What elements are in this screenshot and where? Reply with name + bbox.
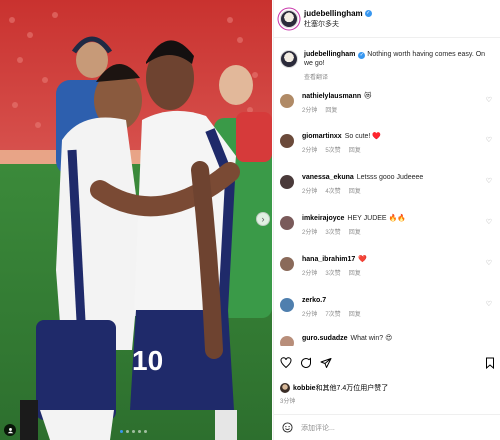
comment-likes[interactable]: 3次赞 [325, 227, 340, 236]
caption-username[interactable]: judebellingham [304, 51, 355, 58]
comment-item: giomartinxx So cute! ♥️ 2分钟 5次赞 回复 ♡ [280, 132, 492, 154]
comment-reply-button[interactable]: 回复 [349, 268, 361, 277]
bookmark-icon[interactable] [484, 357, 496, 369]
comment-text: 😻 [364, 93, 372, 100]
likes-summary[interactable]: kobbie 和其他7.4万位用户赞了 [280, 383, 388, 393]
comment-username[interactable]: nathielylausmann [302, 93, 361, 100]
comment-likes[interactable]: 3次赞 [325, 268, 340, 277]
jersey-number: 10 [132, 345, 163, 376]
comment-item: zerko.7 2分钟 7次赞 回复 ♡ [280, 296, 492, 318]
user-icon [7, 427, 13, 433]
comment-like-heart-icon[interactable]: ♡ [486, 136, 492, 144]
commenter-avatar[interactable] [280, 216, 294, 230]
comment-like-heart-icon[interactable]: ♡ [486, 96, 492, 104]
comment-like-heart-icon[interactable]: ♡ [486, 177, 492, 185]
comment-reply-button[interactable]: 回复 [349, 227, 361, 236]
comment-text: HEY JUDEE 🔥🔥 [347, 215, 406, 222]
author-avatar[interactable] [280, 9, 298, 28]
comment-username[interactable]: imkeirajoyce [302, 215, 344, 222]
likes-rest-text: 和其他7.4万位用户赞了 [315, 385, 389, 392]
carousel-dot [120, 430, 123, 433]
comment-likes[interactable]: 4次赞 [325, 186, 340, 195]
post-actions-bar [280, 356, 496, 370]
caption: judebellingham ✓ Nothing worth having com… [280, 50, 492, 81]
author-avatar[interactable] [280, 50, 298, 68]
post-location[interactable]: 杜塞尔多夫 [304, 19, 372, 29]
tagged-users-button[interactable] [4, 424, 16, 436]
comment-username[interactable]: zerko.7 [302, 297, 326, 304]
comment-item: hana_ibrahim17 ❤️ 2分钟 3次赞 回复 ♡ [280, 255, 492, 277]
commenter-avatar[interactable] [280, 257, 294, 271]
comment-username[interactable]: vanessa_ekuna [302, 174, 354, 181]
comment-text: So cute! ♥️ [344, 133, 382, 140]
comment-time: 2分钟 [302, 230, 318, 236]
commenter-avatar[interactable] [280, 298, 294, 312]
post-image: 10 [0, 0, 272, 440]
comment-like-heart-icon[interactable]: ♡ [486, 259, 492, 267]
post-detail-panel: judebellingham ✓ 杜塞尔多夫 judebellingham ✓ N… [273, 0, 500, 440]
comments-list[interactable]: judebellingham ✓ Nothing worth having com… [274, 40, 500, 346]
comment-text: What win? 😍 [350, 335, 393, 342]
comment-likes[interactable]: 5次赞 [325, 145, 340, 154]
comment-item: imkeirajoyce HEY JUDEE 🔥🔥 2分钟 3次赞 回复 ♡ [280, 214, 492, 236]
liker-avatar [280, 383, 290, 393]
comment-icon[interactable] [300, 357, 312, 369]
comment-item: vanessa_ekuna Letsss gooo Judeeee 2分钟 4次赞回… [280, 173, 492, 195]
comment-reply-button[interactable]: 回复 [349, 186, 361, 195]
commenter-avatar[interactable] [280, 175, 294, 189]
comment-like-heart-icon[interactable]: ♡ [486, 218, 492, 226]
carousel-dot [144, 430, 147, 433]
commenter-avatar[interactable] [280, 94, 294, 108]
comment-likes[interactable]: 7次赞 [325, 309, 340, 318]
commenter-avatar[interactable] [280, 336, 294, 346]
verified-badge-icon: ✓ [364, 9, 372, 17]
comment-item: nathielylausmann 😻 2分钟 回复 ♡ [280, 92, 492, 114]
like-heart-icon[interactable] [280, 357, 292, 369]
comment-reply-button[interactable]: 回复 [349, 145, 361, 154]
comment-time: 2分钟 [302, 312, 318, 318]
author-username[interactable]: judebellingham [304, 9, 363, 18]
post-photo[interactable]: 10 › [0, 0, 272, 440]
comment-text: ❤️ [358, 256, 368, 263]
add-comment-bar[interactable]: 添加评论... [274, 414, 500, 440]
carousel-dot [126, 430, 129, 433]
carousel-indicator [120, 430, 147, 433]
commenter-avatar[interactable] [280, 134, 294, 148]
comment-reply-button[interactable]: 回复 [325, 105, 337, 114]
comment-username[interactable]: giomartinxx [302, 133, 342, 140]
next-image-button[interactable]: › [256, 212, 270, 226]
comment-time: 2分钟 [302, 271, 318, 277]
comment-time: 2分钟 [302, 148, 318, 154]
post-header: judebellingham ✓ 杜塞尔多夫 [274, 0, 500, 38]
comment-time: 2分钟 [302, 189, 318, 195]
comment-item: guro.sudadze What win? 😍 [280, 334, 492, 346]
comment-reply-button[interactable]: 回复 [349, 309, 361, 318]
add-comment-input[interactable]: 添加评论... [301, 423, 335, 433]
share-icon[interactable] [320, 357, 332, 369]
emoji-icon[interactable] [282, 422, 293, 433]
comment-username[interactable]: guro.sudadze [302, 335, 348, 342]
comment-like-heart-icon[interactable]: ♡ [486, 300, 492, 308]
verified-badge-icon: ✓ [358, 52, 366, 59]
carousel-dot [138, 430, 141, 433]
post-timestamp: 3分钟 [280, 399, 296, 405]
comment-text: Letsss gooo Judeeee [356, 174, 424, 181]
carousel-dot [132, 430, 135, 433]
liker-username[interactable]: kobbie [293, 385, 316, 392]
comment-time: 2分钟 [302, 108, 318, 114]
comment-username[interactable]: hana_ibrahim17 [302, 256, 355, 263]
translate-link[interactable]: 查看翻译 [304, 72, 328, 81]
